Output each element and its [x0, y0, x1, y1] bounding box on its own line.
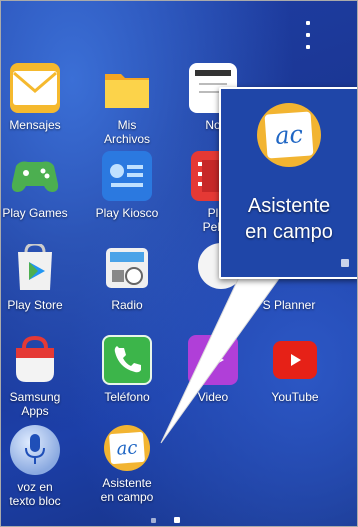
- newsstand-icon: [102, 151, 152, 201]
- app-label: Samsung Apps: [9, 390, 61, 418]
- folder-icon: [102, 63, 152, 113]
- page-dot[interactable]: [151, 517, 156, 523]
- app-samsung-apps[interactable]: Samsung Apps: [1, 335, 77, 418]
- page-indicator: [151, 517, 180, 523]
- phone-icon: [102, 335, 152, 385]
- app-label: S Planner: [262, 298, 316, 312]
- app-asistente-en-campo[interactable]: ac Asistente en campo: [85, 425, 169, 504]
- page-dot-active[interactable]: [174, 517, 180, 523]
- app-play-store[interactable]: Play Store: [1, 243, 77, 312]
- app-telefono[interactable]: Teléfono: [85, 335, 169, 404]
- samsung-apps-icon: [10, 335, 60, 385]
- page-indicator-dot: [341, 259, 349, 267]
- video-icon: [188, 335, 238, 385]
- radio-icon: [102, 243, 152, 293]
- app-mis-archivos[interactable]: Mis Archivos: [85, 63, 169, 146]
- envelope-icon: [10, 63, 60, 113]
- microphone-icon: [10, 425, 60, 475]
- app-label: Play Kiosco: [95, 206, 159, 220]
- app-youtube[interactable]: YouTube: [253, 335, 337, 404]
- app-label: Mis Archivos: [103, 118, 150, 146]
- asistente-icon: ac: [104, 425, 150, 471]
- app-mensajes[interactable]: Mensajes: [1, 63, 77, 132]
- app-label: voz en texto bloc: [9, 480, 61, 508]
- play-store-icon: [10, 243, 60, 293]
- app-label: Asistente en campo: [100, 476, 154, 504]
- app-label: Video: [197, 390, 229, 404]
- app-label: Play Store: [7, 298, 63, 312]
- app-video[interactable]: Video: [171, 335, 255, 404]
- home-screen: Mensajes Mis Archivos No Play Games Play…: [0, 0, 358, 527]
- app-label: Radio: [111, 298, 143, 312]
- overflow-menu-icon[interactable]: [301, 21, 315, 49]
- youtube-icon: [273, 341, 317, 379]
- app-play-kiosco[interactable]: Play Kiosco: [85, 151, 169, 220]
- gamepad-icon: [10, 151, 60, 201]
- zoom-label: Asistente en campo: [245, 195, 333, 243]
- zoom-badge-text: ac: [274, 120, 304, 150]
- app-label: Mensajes: [9, 118, 61, 132]
- app-radio[interactable]: Radio: [85, 243, 169, 312]
- app-label: Teléfono: [104, 390, 150, 404]
- app-voz-en-texto[interactable]: voz en texto bloc: [1, 425, 77, 508]
- zoom-callout: ac Asistente en campo: [219, 87, 357, 279]
- asistente-zoom-icon: ac: [257, 103, 321, 167]
- app-label: YouTube: [271, 390, 319, 404]
- app-label: Play Games: [2, 206, 68, 220]
- app-play-games[interactable]: Play Games: [1, 151, 77, 220]
- asistente-badge-text: ac: [115, 436, 139, 460]
